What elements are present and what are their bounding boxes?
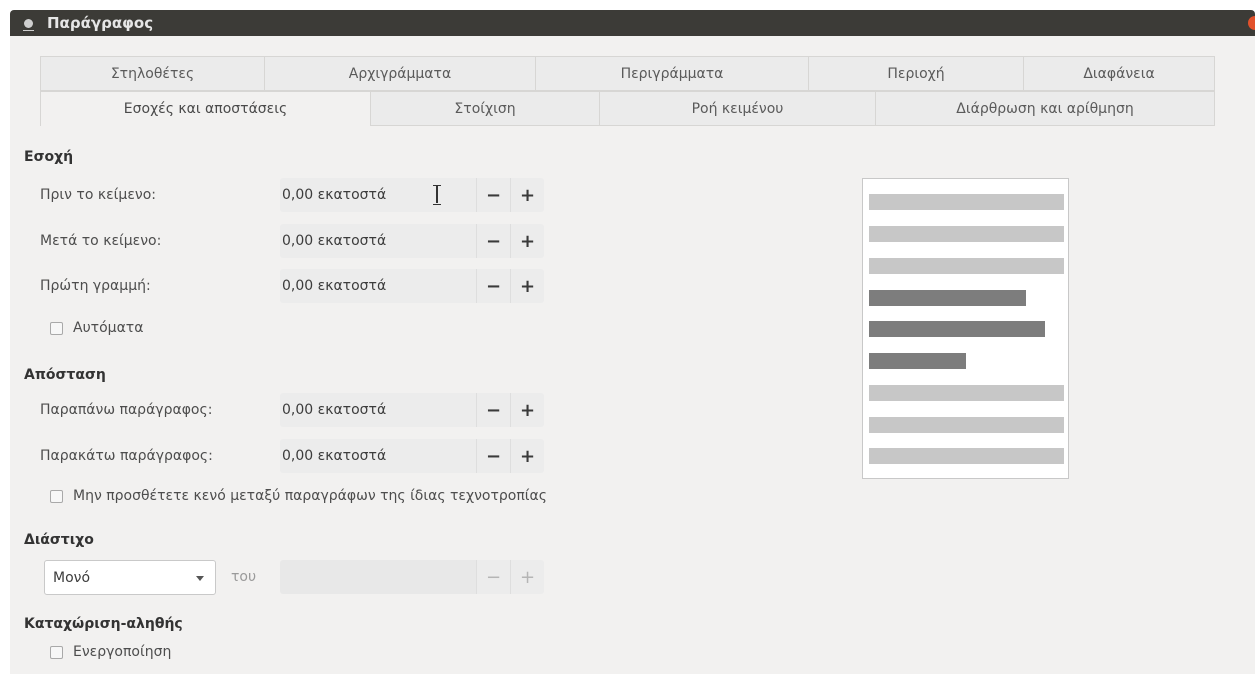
first-line-input[interactable]: 0,00 εκατοστά <box>280 269 476 303</box>
line-spacing-select[interactable]: Μονό <box>44 560 216 595</box>
above-paragraph-label: Παραπάνω παράγραφος: <box>40 402 213 418</box>
tab-tabs[interactable]: Στηλοθέτες <box>40 56 265 91</box>
before-text-label: Πριν το κείμενο: <box>40 187 156 203</box>
line-spacing-decrement-button: − <box>476 560 510 594</box>
preview-line-current <box>869 290 1026 306</box>
activate-checkbox[interactable]: Ενεργοποίηση <box>50 644 171 660</box>
tab-row-bottom: Εσοχές και αποστάσεις Στοίχιση Ροή κειμέ… <box>40 91 1215 126</box>
tab-row-top: Στηλοθέτες Αρχιγράμματα Περιγράμματα Περ… <box>40 56 1215 91</box>
paragraph-dialog: Στηλοθέτες Αρχιγράμματα Περιγράμματα Περ… <box>10 36 1255 674</box>
after-text-value: 0,00 εκατοστά <box>282 233 387 249</box>
before-text-value: 0,00 εκατοστά <box>282 187 387 203</box>
no-space-label: Μην προσθέτετε κενό μεταξύ παραγράφων τη… <box>73 488 547 504</box>
tab-indents-spacing[interactable]: Εσοχές και αποστάσεις <box>40 91 371 126</box>
indent-heading: Εσοχή <box>24 149 74 165</box>
tab-alignment[interactable]: Στοίχιση <box>371 91 600 126</box>
below-paragraph-increment-button[interactable]: + <box>510 439 544 473</box>
automatic-checkbox-box[interactable] <box>50 321 63 335</box>
before-text-decrement-button[interactable]: − <box>476 178 510 212</box>
no-space-checkbox-box[interactable] <box>50 489 63 503</box>
title-bar: Παράγραφος <box>10 10 1255 36</box>
preview-line <box>869 385 1064 401</box>
no-space-checkbox[interactable]: Μην προσθέτετε κενό μεταξύ παραγράφων τη… <box>50 488 547 504</box>
preview-line <box>869 417 1064 433</box>
preview-line <box>869 194 1064 210</box>
tab-drop-caps[interactable]: Αρχιγράμματα <box>265 56 536 91</box>
line-spacing-spinner: − + <box>280 560 544 594</box>
first-line-label: Πρώτη γραμμή: <box>40 278 151 294</box>
above-paragraph-value: 0,00 εκατοστά <box>282 402 387 418</box>
first-line-increment-button[interactable]: + <box>510 269 544 303</box>
preview-line <box>869 258 1064 274</box>
tab-outline-numbering[interactable]: Διάρθρωση και αρίθμηση <box>876 91 1215 126</box>
activate-checkbox-box[interactable] <box>50 645 63 659</box>
after-text-input[interactable]: 0,00 εκατοστά <box>280 224 476 258</box>
below-paragraph-value: 0,00 εκατοστά <box>282 448 387 464</box>
below-paragraph-label: Παρακάτω παράγραφος: <box>40 448 213 464</box>
line-spacing-heading: Διάστιχο <box>24 532 94 548</box>
paragraph-preview <box>862 178 1069 479</box>
above-paragraph-input[interactable]: 0,00 εκατοστά <box>280 393 476 427</box>
above-paragraph-decrement-button[interactable]: − <box>476 393 510 427</box>
before-text-input[interactable]: 0,00 εκατοστά <box>280 178 476 212</box>
first-line-value: 0,00 εκατοστά <box>282 278 387 294</box>
preview-line <box>869 448 1064 464</box>
first-line-decrement-button[interactable]: − <box>476 269 510 303</box>
below-paragraph-input[interactable]: 0,00 εκατοστά <box>280 439 476 473</box>
tab-borders[interactable]: Περιγράμματα <box>536 56 809 91</box>
after-text-decrement-button[interactable]: − <box>476 224 510 258</box>
preview-line-current <box>869 321 1045 337</box>
window-menu-icon[interactable] <box>23 18 34 31</box>
before-text-increment-button[interactable]: + <box>510 178 544 212</box>
after-text-label: Μετά το κείμενο: <box>40 233 162 249</box>
automatic-checkbox[interactable]: Αυτόματα <box>50 320 143 336</box>
after-text-increment-button[interactable]: + <box>510 224 544 258</box>
after-text-spinner: 0,00 εκατοστά − + <box>280 224 544 258</box>
close-icon[interactable] <box>1248 16 1255 30</box>
line-spacing-input <box>280 560 476 594</box>
tab-transparency[interactable]: Διαφάνεια <box>1024 56 1215 91</box>
of-label: του <box>231 569 257 585</box>
above-paragraph-increment-button[interactable]: + <box>510 393 544 427</box>
activate-label: Ενεργοποίηση <box>73 644 172 660</box>
preview-line-current <box>869 353 966 369</box>
automatic-label: Αυτόματα <box>73 320 144 336</box>
below-paragraph-spinner: 0,00 εκατοστά − + <box>280 439 544 473</box>
tab-text-flow[interactable]: Ροή κειμένου <box>600 91 876 126</box>
text-cursor-icon <box>432 184 441 205</box>
tab-area[interactable]: Περιοχή <box>809 56 1024 91</box>
register-true-heading: Καταχώριση-αληθής <box>24 616 183 632</box>
window-title: Παράγραφος <box>47 14 154 32</box>
below-paragraph-decrement-button[interactable]: − <box>476 439 510 473</box>
first-line-spinner: 0,00 εκατοστά − + <box>280 269 544 303</box>
before-text-spinner: 0,00 εκατοστά − + <box>280 178 544 212</box>
above-paragraph-spinner: 0,00 εκατοστά − + <box>280 393 544 427</box>
line-spacing-increment-button: + <box>510 560 544 594</box>
line-spacing-selected: Μονό <box>53 569 91 586</box>
spacing-heading: Απόσταση <box>24 367 106 383</box>
preview-line <box>869 226 1064 242</box>
chevron-down-icon <box>196 576 204 581</box>
